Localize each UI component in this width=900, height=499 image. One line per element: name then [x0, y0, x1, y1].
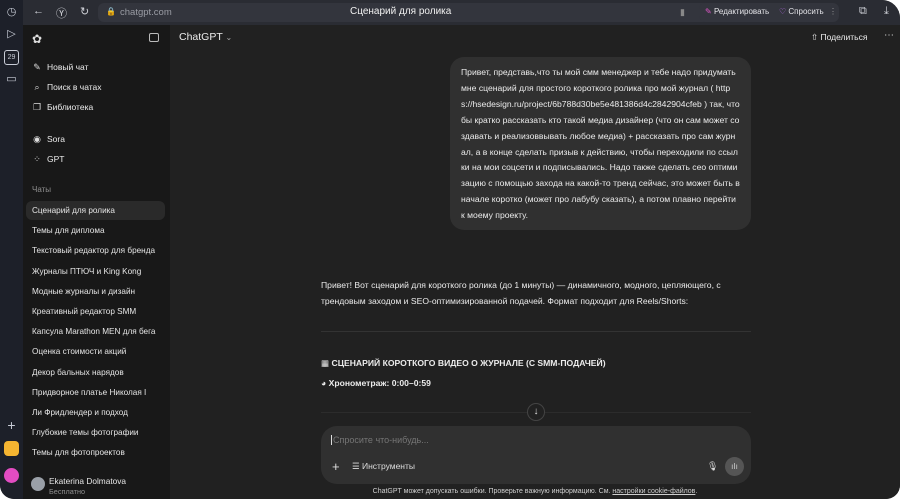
- prompt-input[interactable]: [331, 435, 731, 445]
- sidebar-chat-item[interactable]: Оценка стоимости акций: [26, 342, 165, 361]
- add-attachment-icon[interactable]: +: [332, 459, 340, 474]
- label: Поиск в чатах: [47, 82, 102, 92]
- disclaimer: ChatGPT может допускать ошибки. Проверьт…: [170, 488, 900, 495]
- lock-icon: 🔒: [106, 7, 116, 16]
- sidebar-chat-item[interactable]: Ли Фридлендер и подход: [26, 403, 165, 422]
- microphone-icon[interactable]: 🎙: [707, 461, 718, 472]
- extensions-icon[interactable]: ⧉: [859, 5, 867, 18]
- chevron-down-icon: ⌄: [225, 33, 233, 42]
- browser-side-rail: ◷ ▷ 29 ▭ +: [0, 0, 23, 499]
- sidebar: ✿ ✎ Новый чат ⌕ Поиск в чатах ❐ Библиотека …: [23, 25, 170, 499]
- scroll-down-button[interactable]: ↓: [527, 403, 545, 421]
- sidebar-chat-item[interactable]: Модные журналы и дизайн: [26, 282, 165, 301]
- calendar-icon[interactable]: 29: [4, 50, 19, 65]
- sidebar-chat-item[interactable]: Глубокие темы фотографии: [26, 423, 165, 442]
- address-bar[interactable]: 🔒 chatgpt.com Сценарий для ролика ▮: [98, 3, 718, 22]
- tools-label: Инструменты: [362, 461, 416, 471]
- edit-ai-icon: ✎: [705, 7, 712, 16]
- video-icon[interactable]: ▷: [4, 27, 19, 42]
- share-label: Поделиться: [820, 32, 868, 42]
- disclaimer-end: .: [695, 488, 698, 495]
- sidebar-chat-item[interactable]: Журналы ПТЮЧ и King Kong: [26, 262, 165, 281]
- duration: ◕ Хронометраж: 0:00–0:59: [321, 375, 751, 391]
- user-plan: Бесплатно: [49, 487, 86, 496]
- label: Новый чат: [47, 62, 89, 72]
- mail-icon[interactable]: [4, 441, 19, 456]
- edit-label: Редактировать: [713, 7, 770, 16]
- label: Библиотека: [47, 102, 94, 112]
- sidebar-item-new-chat[interactable]: ✎ Новый чат: [32, 60, 88, 74]
- openai-logo-icon[interactable]: ✿: [32, 32, 42, 46]
- browser-window: ◷ ▷ 29 ▭ + ← Ⓨ ↻ 🔒 chatgpt.com Сценарий …: [0, 0, 900, 499]
- reload-icon[interactable]: ↻: [80, 5, 89, 18]
- sidebar-chat-item[interactable]: Сценарий для ролика: [26, 201, 165, 220]
- more-options-icon[interactable]: ⋯: [884, 30, 894, 41]
- sidebar-chat-item[interactable]: Темы для диплома: [26, 221, 165, 240]
- tools-button[interactable]: ☰ Инструменты: [352, 461, 415, 472]
- sidebar-chat-item[interactable]: Текстовый редактор для бренда: [26, 241, 165, 260]
- sidebar-chat-item[interactable]: Придворное платье Николая I: [26, 383, 165, 402]
- url-text: chatgpt.com: [120, 7, 172, 18]
- sidebar-item-search[interactable]: ⌕ Поиск в чатах: [32, 80, 102, 94]
- sidebar-item-library[interactable]: ❐ Библиотека: [32, 100, 93, 114]
- chats-heading: Чаты: [32, 185, 52, 194]
- script-heading: ▦ СЦЕНАРИЙ КОРОТКОГО ВИДЕО О ЖУРНАЛЕ (С …: [321, 355, 751, 371]
- divider: [321, 331, 751, 332]
- sidebar-item-sora[interactable]: ◉ Sora: [32, 132, 65, 146]
- search-icon: ⌕: [34, 81, 40, 92]
- disclaimer-text: ChatGPT может допускать ошибки. Проверьт…: [372, 488, 613, 495]
- history-icon[interactable]: ◷: [4, 5, 19, 20]
- model-name: ChatGPT: [179, 31, 223, 43]
- alice-icon[interactable]: [4, 468, 19, 483]
- duration-text: Хронометраж: 0:00–0:59: [328, 378, 431, 388]
- ai-actions: ✎ Редактировать ♡ Спросить ⋮: [699, 3, 839, 22]
- play-circle-icon: ◉: [33, 133, 41, 144]
- sidebar-chat-item[interactable]: Декор бальных нарядов: [26, 363, 165, 382]
- bookmark-icon[interactable]: ▮: [680, 7, 685, 18]
- sliders-icon: ☰: [352, 461, 360, 471]
- sidebar-item-gpt[interactable]: ⁘ GPT: [32, 152, 64, 166]
- back-icon[interactable]: ←: [33, 5, 44, 17]
- sidebar-chat-item[interactable]: Темы для фотопроектов: [26, 443, 165, 462]
- browser-toolbar: ← Ⓨ ↻ 🔒 chatgpt.com Сценарий для ролика …: [23, 0, 900, 25]
- library-icon: ❐: [32, 101, 42, 112]
- yandex-icon[interactable]: Ⓨ: [56, 5, 67, 21]
- clapper-icon: ▦: [321, 358, 330, 368]
- edit-icon: ✎: [33, 61, 41, 72]
- ask-button[interactable]: ♡ Спросить: [779, 7, 824, 16]
- model-selector[interactable]: ChatGPT ⌄: [179, 31, 232, 43]
- screen-icon[interactable]: ▭: [4, 72, 19, 87]
- cookie-settings-link[interactable]: настройки cookie-файлов: [612, 488, 695, 495]
- user-name[interactable]: Ekaterina Dolmatova: [49, 476, 126, 486]
- avatar[interactable]: [31, 477, 45, 491]
- edit-button[interactable]: ✎ Редактировать: [705, 7, 769, 16]
- assistant-intro: Привет! Вот сценарий для короткого ролик…: [321, 280, 721, 306]
- ask-label: Спросить: [788, 7, 824, 16]
- label: GPT: [47, 154, 65, 164]
- ask-ai-icon: ♡: [779, 7, 787, 16]
- user-message: Привет, представь,что ты мой смм менедже…: [450, 57, 751, 230]
- sidebar-chat-item[interactable]: Капсула Marathon MEN для бега: [26, 322, 165, 341]
- clock-icon: ◕: [321, 378, 327, 388]
- add-icon[interactable]: +: [4, 418, 19, 433]
- share-icon: ⇧: [811, 32, 819, 42]
- share-button[interactable]: ⇧ Поделиться: [811, 32, 867, 43]
- sidebar-chat-item[interactable]: Креативный редактор SMM: [26, 302, 165, 321]
- voice-mode-button[interactable]: ıIı: [725, 457, 744, 476]
- heading-text: СЦЕНАРИЙ КОРОТКОГО ВИДЕО О ЖУРНАЛЕ (С SM…: [331, 358, 606, 368]
- grid-icon: ⁘: [33, 153, 41, 164]
- sidebar-toggle-icon[interactable]: [149, 33, 159, 42]
- more-icon[interactable]: ⋮: [829, 7, 837, 16]
- composer: + ☰ Инструменты 🎙 ıIı: [321, 426, 751, 484]
- chat-main: ChatGPT ⌄ ⇧ Поделиться ⋯ Привет, предста…: [170, 25, 900, 499]
- label: Sora: [47, 134, 65, 144]
- page-title: Сценарий для ролика: [350, 6, 452, 17]
- download-icon[interactable]: ⤓: [884, 5, 889, 18]
